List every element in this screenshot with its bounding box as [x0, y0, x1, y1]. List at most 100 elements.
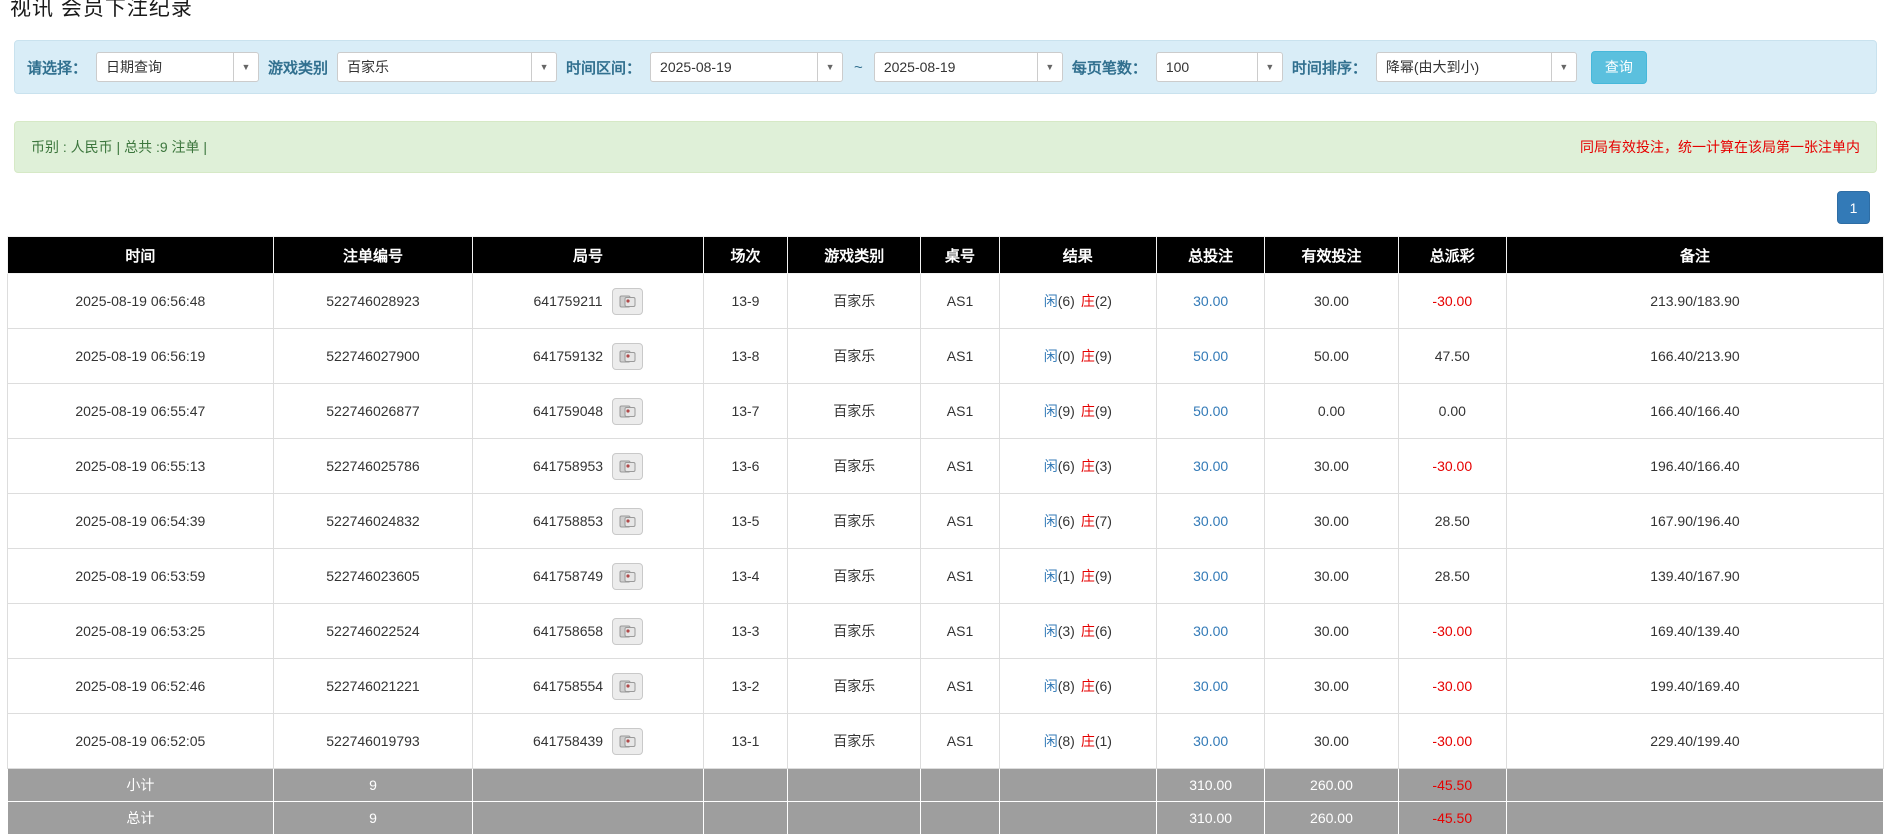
subtotal-empty-remark [1506, 769, 1883, 802]
header-time: 时间 [8, 237, 274, 274]
banker-result-value: (3) [1095, 458, 1112, 474]
card-image-icon [619, 680, 636, 693]
cell-time: 2025-08-19 06:52:05 [8, 714, 274, 769]
cell-session: 13-6 [703, 439, 787, 494]
round-detail-button[interactable] [612, 728, 643, 755]
cell-remark: 199.40/169.40 [1506, 659, 1883, 714]
cell-game-type: 百家乐 [788, 659, 921, 714]
cell-round-id: 641758953 [473, 439, 704, 494]
sort-select[interactable]: 降幂(由大到小) ▼ [1376, 52, 1577, 82]
table-body: 2025-08-19 06:56:48 522746028923 6417592… [8, 274, 1884, 769]
total-bet-link[interactable]: 30.00 [1193, 733, 1228, 749]
banker-result-label: 庄 [1081, 293, 1095, 309]
total-bet-link[interactable]: 30.00 [1193, 513, 1228, 529]
total-bet-link[interactable]: 30.00 [1193, 623, 1228, 639]
cell-total-bet: 30.00 [1157, 604, 1265, 659]
total-count: 9 [273, 802, 473, 835]
total-bet-link[interactable]: 30.00 [1193, 568, 1228, 584]
subtotal-total-bet: 310.00 [1157, 769, 1265, 802]
cell-remark: 166.40/213.90 [1506, 329, 1883, 384]
player-result-label: 闲 [1044, 458, 1058, 474]
search-button[interactable]: 查询 [1591, 51, 1647, 84]
round-detail-button[interactable] [612, 508, 643, 535]
cell-round-id: 641759211 [473, 274, 704, 329]
cell-bet-id: 522746024832 [273, 494, 473, 549]
total-bet-link[interactable]: 50.00 [1193, 403, 1228, 419]
cell-payout: -30.00 [1398, 714, 1506, 769]
player-result-value: (9) [1058, 403, 1075, 419]
total-bet-link[interactable]: 50.00 [1193, 348, 1228, 364]
page-title-text: 视讯 会员下注纪录 [10, 0, 1891, 18]
game-type-label: 游戏类别 [268, 57, 328, 78]
total-empty-remark [1506, 802, 1883, 835]
cell-valid-bet: 30.00 [1265, 604, 1398, 659]
round-detail-button[interactable] [612, 618, 643, 645]
cell-time: 2025-08-19 06:56:19 [8, 329, 274, 384]
round-detail-button[interactable] [612, 343, 643, 370]
cell-session: 13-1 [703, 714, 787, 769]
player-result-value: (6) [1058, 458, 1075, 474]
table-row: 2025-08-19 06:53:59 522746023605 6417587… [8, 549, 1884, 604]
cell-bet-id: 522746025786 [273, 439, 473, 494]
date-to-value: 2025-08-19 [875, 59, 1037, 75]
table-row: 2025-08-19 06:55:13 522746025786 6417589… [8, 439, 1884, 494]
total-bet-link[interactable]: 30.00 [1193, 678, 1228, 694]
cell-time: 2025-08-19 06:56:48 [8, 274, 274, 329]
card-image-icon [619, 570, 636, 583]
query-type-label: 请选择： [27, 57, 87, 78]
total-bet-link[interactable]: 30.00 [1193, 293, 1228, 309]
subtotal-empty-table [921, 769, 999, 802]
table-row: 2025-08-19 06:53:25 522746022524 6417586… [8, 604, 1884, 659]
cell-game-type: 百家乐 [788, 714, 921, 769]
player-result-value: (1) [1058, 568, 1075, 584]
player-result-value: (8) [1058, 733, 1075, 749]
cell-payout: 47.50 [1398, 329, 1506, 384]
cell-round-id: 641758658 [473, 604, 704, 659]
cell-payout: 0.00 [1398, 384, 1506, 439]
query-type-select[interactable]: 日期查询 ▼ [96, 52, 259, 82]
valid-bet-notice-text: 同局有效投注，统一计算在该局第一张注单内 [1580, 137, 1860, 157]
cell-table-no: AS1 [921, 439, 999, 494]
card-image-icon [619, 295, 636, 308]
player-result-label: 闲 [1044, 348, 1058, 364]
cell-remark: 166.40/166.40 [1506, 384, 1883, 439]
total-bet-link[interactable]: 30.00 [1193, 458, 1228, 474]
cell-result: 闲(1)庄(9) [999, 549, 1156, 604]
round-detail-button[interactable] [612, 453, 643, 480]
round-detail-button[interactable] [612, 288, 643, 315]
page-button-1[interactable]: 1 [1837, 191, 1870, 224]
cell-valid-bet: 50.00 [1265, 329, 1398, 384]
sort-label: 时间排序： [1292, 57, 1367, 78]
cell-result: 闲(0)庄(9) [999, 329, 1156, 384]
query-type-value: 日期查询 [97, 57, 233, 77]
round-id-text: 641758439 [533, 733, 603, 749]
round-detail-button[interactable] [612, 398, 643, 425]
player-result-label: 闲 [1044, 403, 1058, 419]
cell-result: 闲(8)庄(6) [999, 659, 1156, 714]
header-table-no: 桌号 [921, 237, 999, 274]
banker-result-value: (1) [1095, 733, 1112, 749]
date-from-select[interactable]: 2025-08-19 ▼ [650, 52, 843, 82]
page-size-select[interactable]: 100 ▼ [1156, 52, 1283, 82]
cell-result: 闲(8)庄(1) [999, 714, 1156, 769]
cell-table-no: AS1 [921, 659, 999, 714]
chevron-down-icon: ▼ [817, 53, 842, 81]
game-type-select[interactable]: 百家乐 ▼ [337, 52, 557, 82]
total-label: 总计 [8, 802, 274, 835]
cell-time: 2025-08-19 06:53:25 [8, 604, 274, 659]
cell-total-bet: 30.00 [1157, 714, 1265, 769]
card-image-icon [619, 625, 636, 638]
total-empty-result [999, 802, 1156, 835]
chevron-down-icon: ▼ [531, 53, 556, 81]
round-detail-button[interactable] [612, 563, 643, 590]
cell-session: 13-3 [703, 604, 787, 659]
round-detail-button[interactable] [612, 673, 643, 700]
cell-result: 闲(9)庄(9) [999, 384, 1156, 439]
card-image-icon [619, 405, 636, 418]
cell-payout: 28.50 [1398, 494, 1506, 549]
cell-total-bet: 30.00 [1157, 274, 1265, 329]
cell-result: 闲(3)庄(6) [999, 604, 1156, 659]
subtotal-row: 小计 9 310.00 260.00 -45.50 [8, 769, 1884, 802]
round-id-text: 641758749 [533, 568, 603, 584]
date-to-select[interactable]: 2025-08-19 ▼ [874, 52, 1063, 82]
